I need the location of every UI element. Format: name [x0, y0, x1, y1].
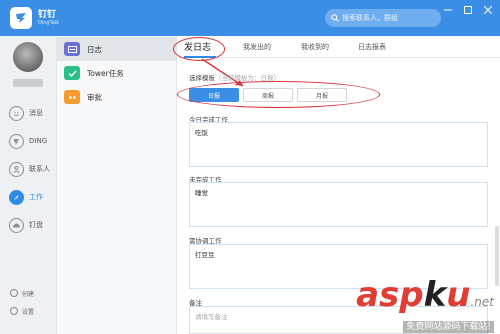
- log-icon: [64, 42, 80, 56]
- nav-label: 消息: [29, 109, 43, 117]
- unfinished-value: 睡觉: [195, 189, 208, 197]
- nav-settings-label: 设置: [22, 308, 35, 316]
- note-placeholder: 请填写备注: [195, 313, 228, 321]
- cloud-drive-icon: [9, 217, 24, 233]
- ding-icon: [9, 133, 24, 149]
- nav-create-label: 创建: [22, 290, 35, 298]
- left-nav: 消息 DING 联系人 工作 钉盘 创建 设置: [0, 36, 57, 334]
- dingtalk-logo-icon: [10, 7, 32, 29]
- watermark-logo: aspku.net 免费网站源码下载站!: [356, 275, 494, 333]
- watermark-subtitle: 免费网站源码下载站!: [403, 321, 494, 333]
- nav-label: 联系人: [29, 165, 50, 173]
- sidebar-item-tower[interactable]: Tower任务: [57, 61, 177, 85]
- approval-icon: [64, 90, 80, 104]
- tab-received[interactable]: 我收到的: [301, 42, 329, 52]
- sidebar-item-approval[interactable]: 审批: [57, 85, 177, 109]
- sidebar-item-log[interactable]: 日志: [57, 37, 177, 61]
- coordinate-value: 打豆豆: [195, 251, 215, 259]
- highlight-ellipse-templates: [177, 81, 380, 108]
- nav-label: 工作: [29, 193, 43, 201]
- minimize-icon[interactable]: [442, 4, 454, 16]
- close-icon[interactable]: [482, 4, 494, 16]
- sidebar-item-label: 日志: [87, 44, 102, 54]
- today-done-value: 吃饭: [195, 129, 208, 137]
- brand-subtitle: DingTalk: [38, 19, 60, 26]
- nav-label: 钉盘: [29, 221, 43, 229]
- maximize-icon[interactable]: [462, 4, 474, 16]
- nav-create[interactable]: 创建: [0, 286, 57, 300]
- tab-sent[interactable]: 我发出的: [243, 42, 271, 52]
- search-icon: [331, 14, 339, 22]
- smile-icon: [9, 105, 24, 121]
- check-icon: [64, 66, 80, 80]
- scrollbar[interactable]: [495, 226, 499, 286]
- work-icon: [9, 189, 24, 205]
- tab-bar: 发日志 我发出的 我收到的 日志报表: [177, 36, 500, 58]
- nav-item-messages[interactable]: 消息: [0, 100, 57, 126]
- plus-icon: [10, 289, 18, 297]
- tab-log-report[interactable]: 日志报表: [358, 42, 386, 52]
- gear-icon: [10, 307, 18, 315]
- nav-settings[interactable]: 设置: [0, 304, 57, 318]
- brand-name: 钉钉: [38, 9, 57, 20]
- work-sidebar: 日志 Tower任务 审批: [57, 36, 177, 334]
- search-box[interactable]: [325, 9, 441, 27]
- nav-label: DING: [29, 137, 48, 145]
- nav-item-drive[interactable]: 钉盘: [0, 212, 57, 238]
- user-name-redacted: [13, 79, 43, 87]
- nav-item-work[interactable]: 工作: [0, 184, 57, 210]
- search-input[interactable]: [342, 14, 434, 22]
- nav-item-contacts[interactable]: 联系人: [0, 156, 57, 182]
- sidebar-item-label: Tower任务: [87, 68, 124, 78]
- brand: 钉钉 DingTalk: [10, 7, 59, 29]
- title-bar: 钉钉 DingTalk: [0, 0, 500, 36]
- today-done-field[interactable]: 吃饭: [189, 122, 488, 167]
- avatar[interactable]: [13, 42, 43, 72]
- unfinished-field[interactable]: 睡觉: [189, 182, 488, 227]
- contacts-icon: [9, 161, 24, 177]
- nav-item-ding[interactable]: DING: [0, 128, 57, 154]
- sidebar-item-label: 审批: [87, 92, 102, 102]
